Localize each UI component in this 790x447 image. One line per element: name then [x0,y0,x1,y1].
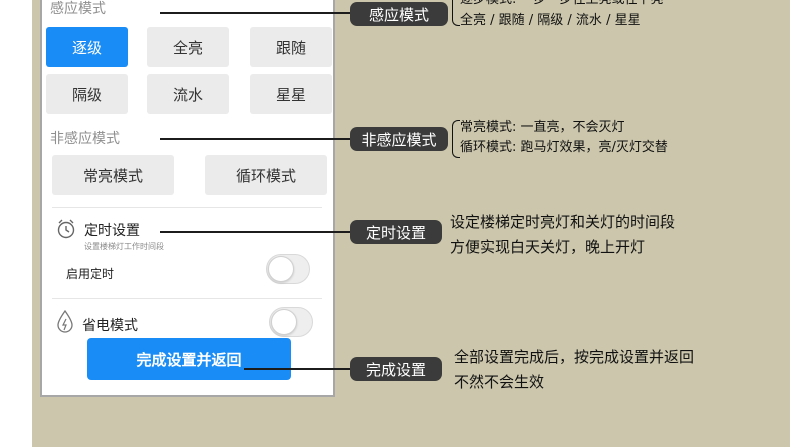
annotation-line [244,368,352,370]
toggle-knob [271,309,297,335]
canvas: 感应模式 逐级 全亮 跟随 隔级 流水 星星 非感应模式 常亮模式 循环模式 定… [32,0,790,447]
timer-title: 定时设置 [84,223,140,239]
enable-timer-label: 启用定时 [66,267,115,281]
mode-button-geji[interactable]: 隔级 [46,74,128,114]
annotation-text: 全部设置完成后，按完成设置并返回 [454,348,695,366]
annotation-pill-nonsensor: 非感应模式 [350,127,448,151]
mode-button-xingxing[interactable]: 星星 [250,74,332,114]
enable-timer-toggle[interactable] [266,254,310,284]
mode-button-zhuji[interactable]: 逐级 [46,27,128,67]
nonsensor-mode-title: 非感应模式 [50,131,120,147]
clock-icon [57,219,75,239]
divider [52,207,322,208]
toggle-knob [268,256,294,282]
mode-button-liushui[interactable]: 流水 [147,74,229,114]
annotation-text: 循环模式: 跑马灯效果，亮/灭灯交替 [460,140,668,155]
power-saving-icon [57,310,73,333]
timer-subtitle: 设置楼梯灯工作时间段 [84,242,164,251]
annotation-pill-sensor: 感应模式 [350,2,448,26]
power-save-toggle[interactable] [269,307,313,337]
annotation-line [160,12,352,14]
brace [452,120,460,158]
annotation-pill-timer: 定时设置 [350,220,442,244]
annotation-text: 设定楼梯定时亮灯和关灯的时间段 [450,213,676,231]
annotation-text: 常亮模式: 一直亮，不会灭灯 [460,120,625,135]
annotation-pill-finish: 完成设置 [350,357,442,381]
sensor-mode-title: 感应模式 [50,1,106,17]
annotation-text: 逐步模式: 一步一步往上亮或往下亮 [460,0,664,10]
mode-button-quanliang[interactable]: 全亮 [147,27,229,67]
mode-button-cycle[interactable]: 循环模式 [205,155,327,195]
divider [52,298,322,299]
complete-settings-button[interactable]: 完成设置并返回 [87,338,291,380]
annotation-line [160,138,352,140]
settings-panel: 感应模式 逐级 全亮 跟随 隔级 流水 星星 非感应模式 常亮模式 循环模式 定… [40,0,335,397]
power-save-label: 省电模式 [82,318,138,334]
brace [452,0,460,26]
annotation-text: 全亮 / 跟随 / 隔级 / 流水 / 星星 [460,13,641,28]
mode-button-gensui[interactable]: 跟随 [250,27,332,67]
annotation-text: 不然不会生效 [454,373,545,391]
annotation-text: 方便实现白天关灯，晚上开灯 [450,238,646,256]
annotation-line [160,231,352,233]
mode-button-always-on[interactable]: 常亮模式 [52,155,174,195]
